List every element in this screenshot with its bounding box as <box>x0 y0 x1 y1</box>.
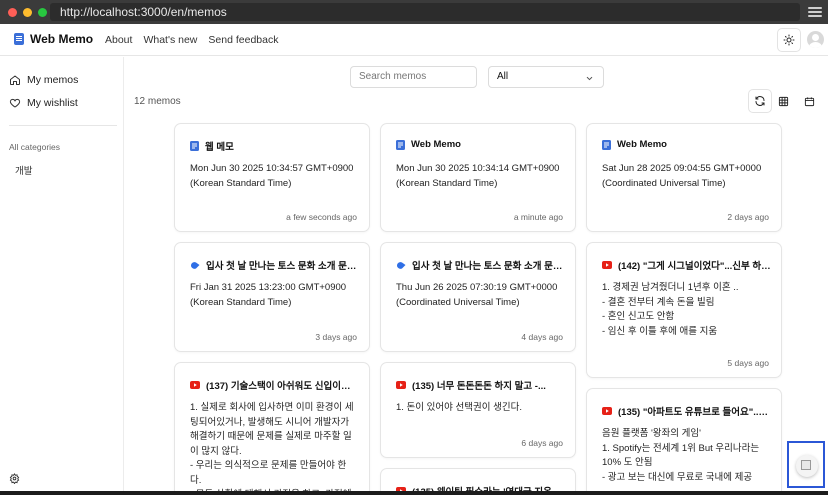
theme-toggle-button[interactable] <box>777 28 801 52</box>
chevron-down-icon <box>586 76 593 81</box>
sidebar-item-label: My memos <box>27 74 79 86</box>
refresh-button[interactable] <box>748 89 772 113</box>
memo-card-body: 음원 플랫폼 '왕좌의 게임' 1. Spotify는 전세계 1위 But 우… <box>602 428 760 483</box>
memo-card-body: Mon Jun 30 2025 10:34:57 GMT+0900 (Korea… <box>190 163 354 189</box>
memo-card-title: 입사 첫 날 만나는 토스 문화 소개 문서 - ... <box>190 258 359 272</box>
toss-icon <box>397 261 406 269</box>
memo-card-title: (142) "그게 시그널이었다"...신부 하객 '... <box>602 258 771 272</box>
settings-button[interactable] <box>9 471 20 489</box>
avatar[interactable] <box>807 31 824 48</box>
broken-image-icon <box>801 460 811 470</box>
memo-card-body: Mon Jun 30 2025 10:34:14 GMT+0900 (Korea… <box>396 163 560 189</box>
memo-card[interactable]: (142) "그게 시그널이었다"...신부 하객 '... 1. 경제권 남겨… <box>586 242 782 378</box>
calendar-icon <box>804 96 814 106</box>
sidebar-divider <box>9 125 117 126</box>
youtube-icon <box>602 261 612 269</box>
minimize-window-button[interactable] <box>23 7 32 17</box>
memo-card-time: 2 days ago <box>727 212 769 222</box>
webmemo-icon <box>396 139 405 150</box>
memo-card[interactable]: Web Memo Sat Jun 28 2025 09:04:55 GMT+00… <box>586 123 782 232</box>
sidebar-item-label: My wishlist <box>27 97 78 109</box>
sidebar-item-my-memos[interactable]: My memos <box>9 74 78 86</box>
brand-name: Web Memo <box>30 32 94 46</box>
search-input[interactable]: Search memos <box>350 66 477 88</box>
memo-count: 12 memos <box>134 96 181 107</box>
browser-menu-icon[interactable] <box>808 5 822 19</box>
maximize-window-button[interactable] <box>38 7 47 17</box>
memo-card-body: Sat Jun 28 2025 09:04:55 GMT+0000 (Coord… <box>602 163 762 189</box>
memo-card-body: 1. 경제권 남겨줬더니 1년후 이혼 .. - 결혼 전부터 계속 돈을 빌림… <box>602 282 739 337</box>
memo-card[interactable]: (137) 기술스택이 아쉬워도 신입이력서... 1. 실제로 회사에 입사하… <box>174 362 370 495</box>
home-icon <box>10 75 20 85</box>
memo-card[interactable]: 웹 메모 Mon Jun 30 2025 10:34:57 GMT+0900 (… <box>174 123 370 232</box>
floating-action-button[interactable] <box>796 455 818 477</box>
sun-icon <box>783 34 795 46</box>
browser-chrome: http://localhost:3000/en/memos <box>0 0 828 24</box>
youtube-icon <box>396 381 406 389</box>
refresh-icon <box>755 96 765 106</box>
webmemo-icon <box>190 141 199 151</box>
memo-card-time: 6 days ago <box>521 438 563 448</box>
nav-link-send-feedback[interactable]: Send feedback <box>208 34 278 46</box>
memo-card-body: 1. 실제로 회사에 입사하면 이미 환경이 세팅되어있거나, 발생해도 시니어… <box>190 402 354 495</box>
memo-card-title: Web Memo <box>396 139 565 150</box>
memo-card-time: a few seconds ago <box>286 212 357 222</box>
memo-card[interactable]: 입사 첫 날 만나는 토스 문화 소개 문서 - ... Fri Jan 31 … <box>174 242 370 352</box>
memo-card-title: 웹 메모 <box>190 139 359 153</box>
memo-card-time: 5 days ago <box>727 358 769 368</box>
memo-card-time: a minute ago <box>513 212 563 222</box>
heart-icon <box>9 98 21 108</box>
gear-icon <box>9 473 20 485</box>
memo-card-body: 1. 돈이 있어야 선택권이 생긴다. <box>396 402 523 413</box>
memo-card[interactable]: (135) 너무 돈돈돈돈 하지 말고 -... 1. 돈이 있어야 선택권이 … <box>380 362 576 458</box>
window-controls <box>8 7 47 17</box>
webmemo-icon <box>602 139 611 150</box>
calendar-view-button[interactable] <box>797 89 821 113</box>
memo-card-body: Fri Jan 31 2025 13:23:00 GMT+0900 (Korea… <box>190 282 347 308</box>
floating-widget-highlight <box>787 441 825 488</box>
categories-heading[interactable]: All categories <box>9 142 60 152</box>
nav-links: About What's new Send feedback <box>105 34 278 46</box>
brand-logo-link[interactable]: Web Memo <box>14 32 93 46</box>
memo-card[interactable]: 입사 첫 날 만나는 토스 문화 소개 문서 - ... Thu Jun 26 … <box>380 242 576 352</box>
memo-card[interactable]: (135) "아파트도 유튜브로 들어요"..이... 음원 플랫폼 '왕좌의 … <box>586 388 782 495</box>
youtube-icon <box>190 381 200 389</box>
memo-card-title: (135) 너무 돈돈돈돈 하지 말고 -... <box>396 378 565 392</box>
memo-card-title: (135) "아파트도 유튜브로 들어요"..이... <box>602 404 771 418</box>
grid-icon <box>778 96 788 106</box>
nav-link-about[interactable]: About <box>105 34 132 46</box>
toss-icon <box>191 261 200 269</box>
memo-card-title: Web Memo <box>602 139 771 150</box>
memo-logo-icon <box>14 33 24 45</box>
memo-card-title: (137) 기술스택이 아쉬워도 신입이력서... <box>190 378 359 392</box>
category-filter-select[interactable]: All <box>488 66 604 88</box>
nav-link-whats-new[interactable]: What's new <box>143 34 197 46</box>
filter-selected-value: All <box>497 71 509 82</box>
top-nav: Web Memo About What's new Send feedback <box>0 24 828 56</box>
window-bottom-edge <box>0 491 828 495</box>
memo-card[interactable]: Web Memo Mon Jun 30 2025 10:34:14 GMT+09… <box>380 123 576 232</box>
youtube-icon <box>602 407 612 415</box>
memo-card-body: Thu Jun 26 2025 07:30:19 GMT+0000 (Coord… <box>396 282 558 308</box>
address-bar[interactable]: http://localhost:3000/en/memos <box>50 3 800 21</box>
memo-card-time: 3 days ago <box>315 332 357 342</box>
memo-card-title: 입사 첫 날 만나는 토스 문화 소개 문서 - ... <box>396 258 565 272</box>
grid-view-button[interactable] <box>771 89 795 113</box>
category-item[interactable]: 개발 <box>15 163 32 177</box>
sidebar: My memos My wishlist All categories 개발 <box>0 57 124 495</box>
close-window-button[interactable] <box>8 7 17 17</box>
memo-card-time: 4 days ago <box>521 332 563 342</box>
sidebar-item-my-wishlist[interactable]: My wishlist <box>9 97 78 109</box>
